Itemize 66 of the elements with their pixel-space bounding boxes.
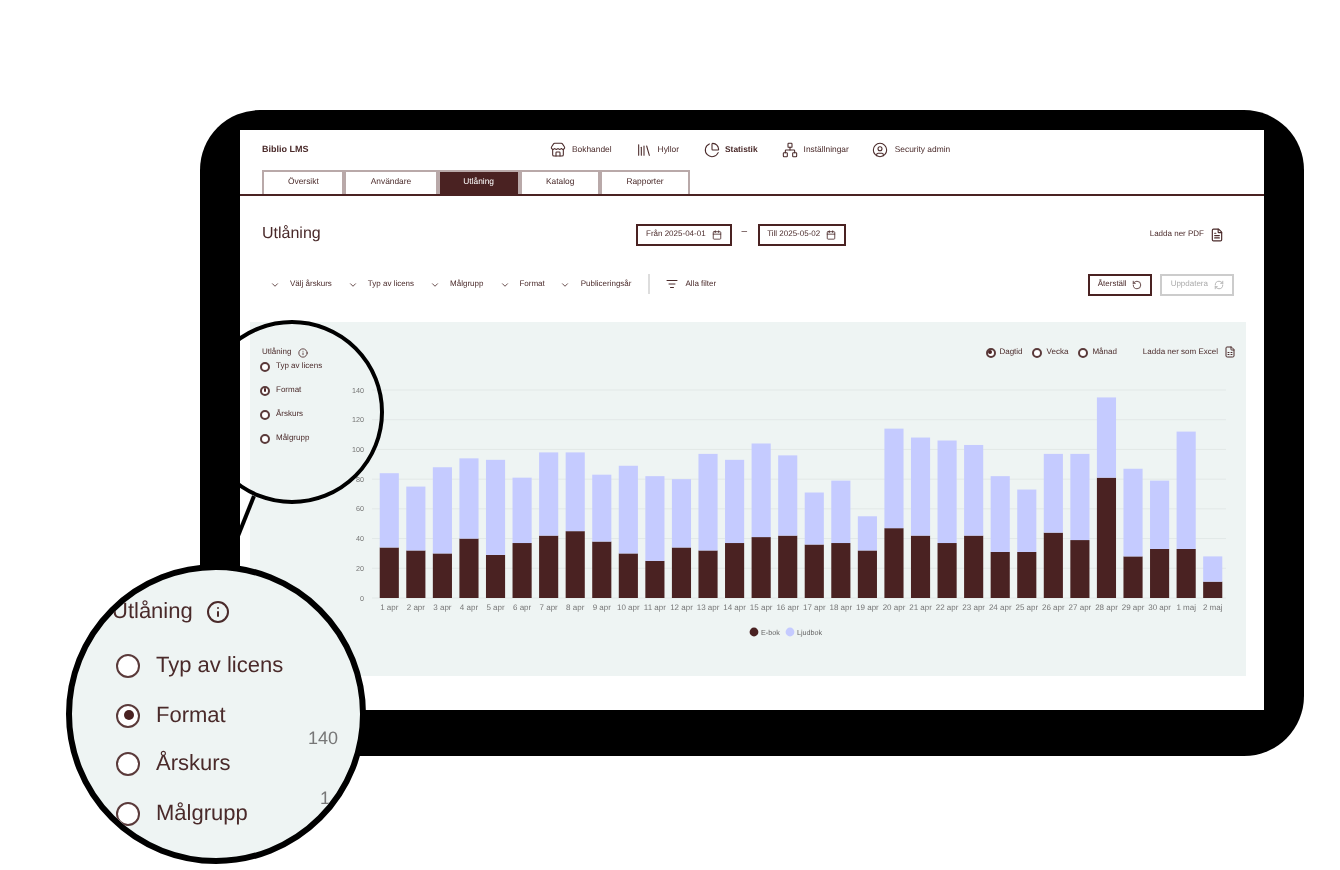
bar [512, 477, 532, 544]
undo-icon [1132, 279, 1143, 289]
radio-label: Årskurs [156, 748, 231, 780]
bar [459, 538, 479, 598]
chevron-down-icon [270, 279, 280, 289]
bar [1043, 532, 1063, 598]
bar [1150, 548, 1170, 598]
radio-button[interactable] [116, 801, 140, 826]
bar [831, 480, 851, 544]
radio-button[interactable] [116, 703, 140, 728]
info-icon [206, 600, 231, 625]
calendar-icon [826, 229, 837, 239]
radio-button[interactable] [260, 433, 270, 443]
chevron-down-icon [430, 279, 441, 289]
refresh-icon [1214, 279, 1224, 289]
bookshelf-icon [635, 142, 652, 158]
radio-label: Målgrupp [156, 799, 248, 829]
chevron-down-icon [347, 279, 358, 289]
chevron-down-icon [560, 279, 571, 289]
radio-button[interactable] [1078, 347, 1089, 357]
bar [857, 516, 877, 551]
user-icon [872, 142, 889, 158]
radio-button[interactable] [116, 654, 140, 679]
bar [671, 479, 692, 548]
bar [778, 455, 798, 536]
bar [1150, 480, 1170, 549]
hierarchy-icon [781, 142, 798, 158]
bar [539, 535, 559, 598]
bar [1017, 551, 1037, 598]
radio-button[interactable] [116, 752, 140, 777]
bar [406, 550, 426, 598]
radio-button[interactable] [260, 409, 270, 419]
bar [671, 547, 692, 598]
radio-button[interactable] [1032, 347, 1043, 357]
page-title: Utlåning [262, 222, 323, 246]
bar [592, 541, 612, 598]
chevron-down-icon [499, 279, 510, 289]
store-icon [550, 142, 566, 158]
bar [778, 535, 798, 598]
calendar-icon [711, 229, 722, 239]
radio-label: Format [156, 701, 226, 731]
filter-icon [665, 278, 678, 290]
bar [565, 452, 585, 532]
bar [1017, 489, 1037, 552]
pie-chart-icon [703, 142, 719, 158]
bar [565, 531, 585, 598]
bar [592, 474, 612, 542]
bar [539, 452, 559, 536]
lens-title: Utlåning [112, 598, 193, 628]
radio-label: Typ av licens [156, 652, 284, 682]
axis-tick-label: 1 [320, 786, 331, 812]
radio-button[interactable] [260, 361, 270, 371]
bar [459, 458, 479, 539]
radio-button[interactable] [985, 347, 996, 357]
spreadsheet-icon [1224, 346, 1236, 358]
axis-tick-label: 140 [308, 726, 339, 752]
radio-button[interactable] [260, 385, 270, 395]
bar [857, 550, 877, 598]
bar [406, 486, 426, 551]
bar [804, 492, 824, 545]
bar [512, 543, 532, 598]
bar [1043, 453, 1063, 533]
bar [804, 544, 824, 598]
bar [831, 543, 851, 598]
document-icon [1210, 227, 1224, 241]
info-icon [297, 347, 308, 357]
